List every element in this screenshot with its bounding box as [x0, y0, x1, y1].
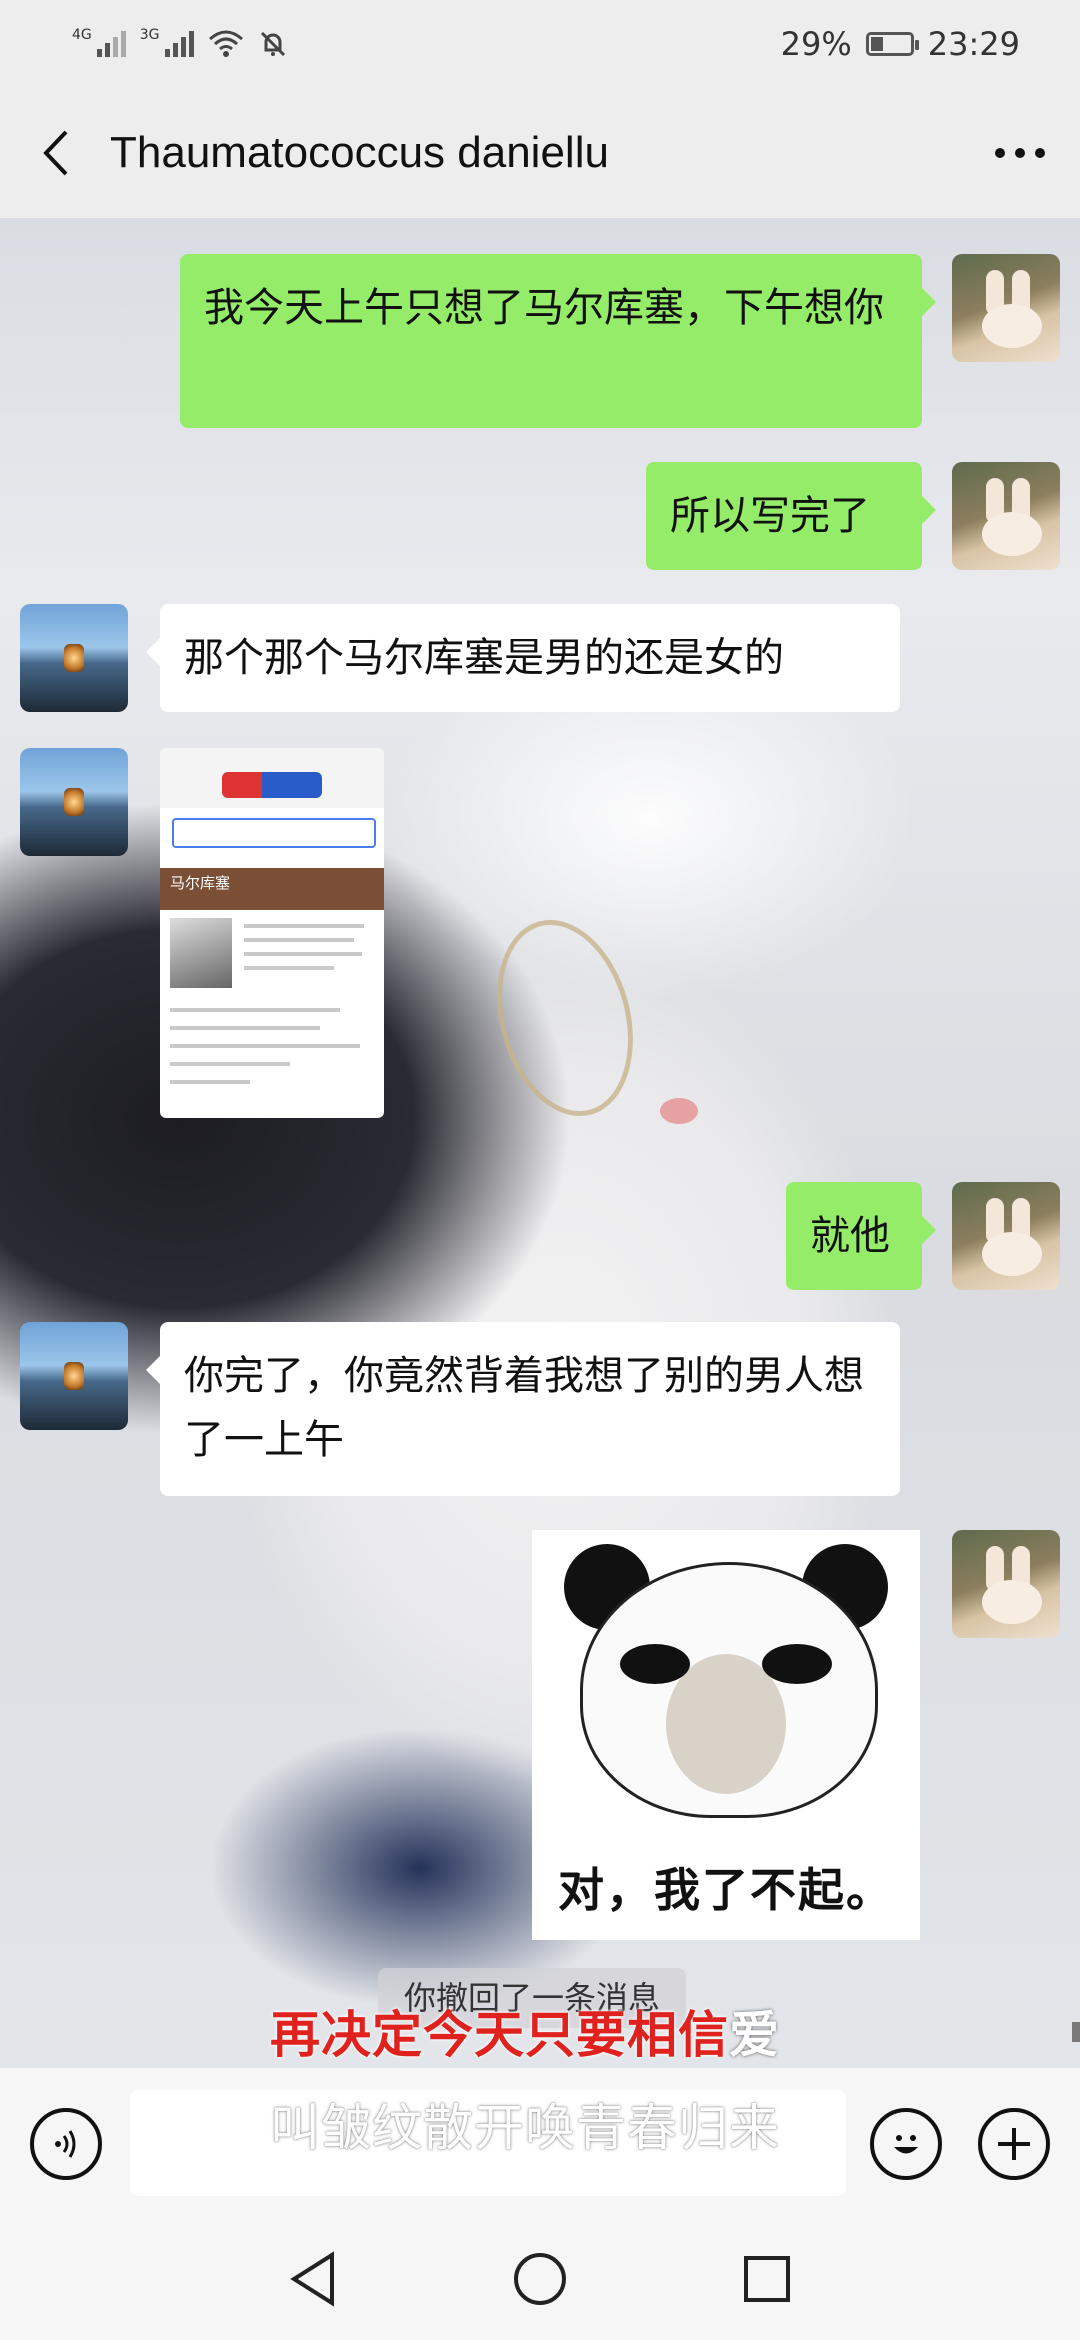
chat-area[interactable]: 我今天上午只想了马尔库塞，下午想你 所以写完了 那个那个马尔库塞是男的还是女的 …: [0, 218, 1080, 2068]
message-bubble[interactable]: 你完了，你竟然背着我想了别的男人想了一上午: [146, 1322, 900, 1496]
image-message-title: 马尔库塞: [170, 874, 231, 892]
wifi-icon: [208, 30, 243, 57]
image-message[interactable]: 马尔库塞: [160, 748, 384, 1118]
sticker-caption: 对，我了不起。: [558, 1863, 894, 1917]
contact-avatar[interactable]: [20, 604, 128, 712]
message-bubble[interactable]: 我今天上午只想了马尔库塞，下午想你: [180, 254, 936, 428]
triangle-back-icon: [290, 2251, 335, 2307]
nav-recents-button[interactable]: [727, 2239, 807, 2319]
square-recents-icon: [743, 2256, 790, 2302]
lyric-line-2: 叫皱纹散开唤青春归来: [270, 2099, 780, 2157]
status-bar: 4G 3G 29% 23:29: [0, 0, 1080, 88]
voice-button[interactable]: [30, 2108, 102, 2180]
chat-header: Thaumatococcus daniellu: [0, 88, 1080, 218]
baidu-logo: [222, 772, 322, 798]
net-label-2: 3G: [139, 27, 160, 43]
clock: 23:29: [927, 25, 1020, 63]
message-bubble[interactable]: 那个那个马尔库塞是男的还是女的: [146, 604, 900, 712]
plus-icon: [998, 2128, 1030, 2160]
plus-button[interactable]: [978, 2108, 1050, 2180]
net-label-1: 4G: [72, 27, 92, 43]
scrollbar[interactable]: [1072, 2022, 1080, 2042]
contact-avatar[interactable]: [20, 748, 128, 856]
voice-icon: [55, 2130, 76, 2158]
signal-3g: 3G: [140, 27, 194, 57]
title-band: 马尔库塞: [160, 868, 384, 910]
system-nav-bar: [0, 2218, 1080, 2340]
battery-percent: 29%: [780, 25, 852, 63]
background-decoration: [660, 1098, 698, 1124]
battery-icon: [865, 32, 919, 56]
more-icon: [995, 148, 1005, 158]
lyric-line-1: 再决定今天只要相信爱: [270, 1995, 780, 2067]
search-bar-thumbnail: [172, 818, 376, 848]
my-avatar[interactable]: [952, 462, 1060, 570]
mute-bell-icon: [260, 31, 285, 57]
emoji-icon: [894, 2135, 918, 2154]
nav-home-button[interactable]: [500, 2239, 580, 2319]
nav-back-button[interactable]: [273, 2239, 353, 2319]
my-avatar[interactable]: [952, 254, 1060, 362]
my-avatar[interactable]: [952, 1530, 1060, 1638]
background-decoration: [476, 904, 654, 1132]
emoji-button[interactable]: [870, 2108, 942, 2180]
chat-title: Thaumatococcus daniellu: [110, 128, 609, 177]
signal-4g: 4G: [72, 27, 126, 57]
lyric-rest: 爱: [729, 2006, 780, 2064]
circle-home-icon: [513, 2253, 566, 2305]
more-button[interactable]: [960, 148, 1080, 158]
my-avatar[interactable]: [952, 1182, 1060, 1290]
message-bubble[interactable]: 所以写完了: [646, 462, 936, 570]
lyric-highlight: 再决定今天只要相信: [270, 2006, 729, 2064]
message-bubble[interactable]: 就他: [786, 1182, 936, 1290]
contact-avatar[interactable]: [20, 1322, 128, 1430]
back-button[interactable]: [0, 88, 110, 218]
chevron-left-icon: [43, 130, 68, 176]
signal-group: 4G 3G: [72, 27, 288, 59]
panda-sticker-image: [560, 1544, 892, 1844]
portrait-thumbnail: [170, 918, 232, 988]
sticker-message[interactable]: 对，我了不起。: [532, 1530, 920, 1940]
